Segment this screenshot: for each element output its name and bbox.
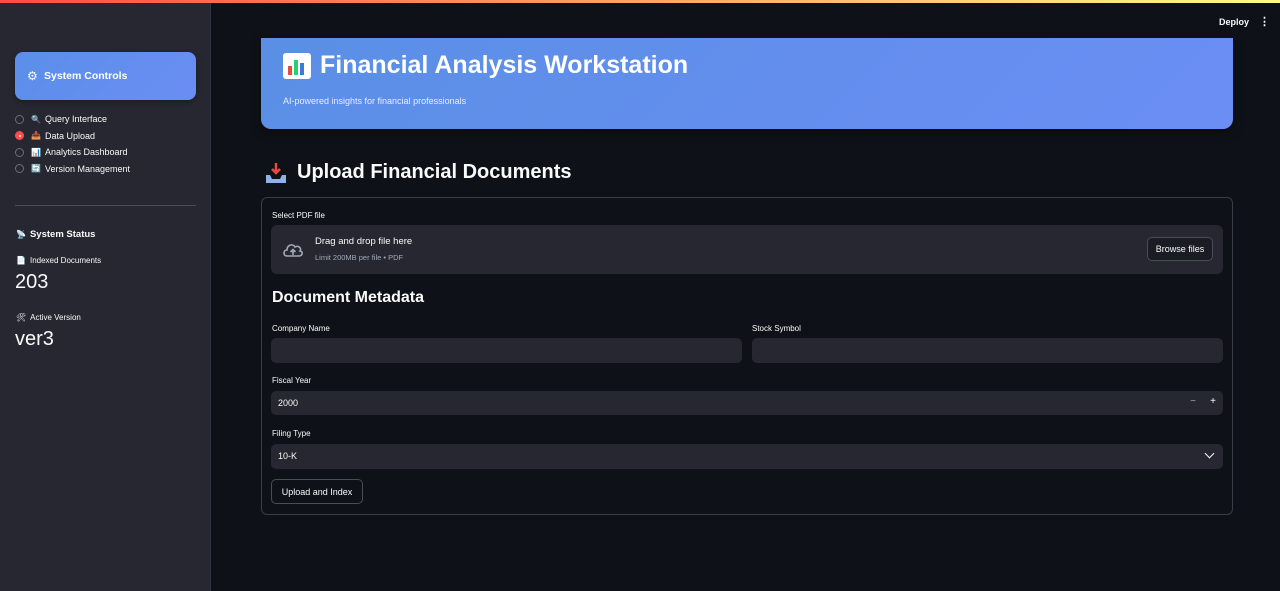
chevron-down-icon: [1204, 448, 1215, 459]
filing-type-label: Filing Type: [272, 429, 311, 438]
nav-label: Version Management: [45, 163, 131, 174]
active-version-label: 🛠 Active Version: [16, 313, 81, 322]
active-version-text: Active Version: [30, 313, 81, 322]
fiscal-year-stepper[interactable]: 2000 − +: [271, 391, 1223, 415]
dropzone-instruction: Drag and drop file here: [315, 236, 413, 247]
nav-version-management[interactable]: 🔄 Version Management: [15, 161, 130, 178]
dropzone-limit: Limit 200MB per file • PDF: [315, 253, 404, 262]
radio-button-selected[interactable]: [15, 131, 24, 141]
file-uploader-label: Select PDF file: [272, 211, 325, 220]
fiscal-year-label: Fiscal Year: [272, 376, 312, 385]
page-title-text: Financial Analysis Workstation: [320, 51, 689, 79]
nav-label: Analytics Dashboard: [45, 147, 128, 158]
radio-button[interactable]: [15, 164, 24, 174]
upload-section-heading: Upload Financial Documents: [264, 161, 571, 184]
active-version-value: ver3: [15, 328, 54, 350]
system-status-title: System Status: [29, 229, 96, 240]
hero-banner: Financial Analysis Workstation AI-powere…: [261, 38, 1233, 129]
indexed-documents-label: 📄 Indexed Documents: [16, 256, 101, 265]
inbox-tray-icon: [266, 162, 286, 183]
file-dropzone[interactable]: Drag and drop file here Limit 200MB per …: [271, 225, 1223, 274]
system-controls-title: System Controls: [44, 70, 128, 82]
bar-chart-icon: [283, 52, 311, 79]
tools-icon: 🛠: [16, 313, 27, 322]
stock-symbol-input[interactable]: [752, 338, 1223, 363]
decrement-button[interactable]: −: [1190, 396, 1196, 407]
company-name-input[interactable]: [271, 338, 742, 363]
gear-icon: ⚙: [27, 69, 38, 83]
nav-analytics-dashboard[interactable]: 📊 Analytics Dashboard: [15, 144, 130, 161]
system-status-heading: 📡 System Status: [16, 229, 95, 240]
indexed-documents-text: Indexed Documents: [29, 256, 102, 265]
radio-button[interactable]: [15, 114, 24, 124]
indexed-documents-value: 203: [15, 271, 49, 293]
vertical-ellipsis-icon[interactable]: ⋮: [1259, 15, 1270, 28]
nav-label: Data Upload: [45, 130, 96, 141]
upload-and-index-button[interactable]: Upload and Index: [271, 479, 363, 504]
system-controls-card: ⚙ System Controls: [15, 52, 196, 100]
cloud-upload-icon: [283, 244, 303, 257]
company-name-label: Company Name: [272, 324, 330, 333]
fiscal-year-value: 2000: [278, 398, 299, 408]
sidebar-divider: [15, 205, 196, 206]
radio-button[interactable]: [15, 147, 24, 157]
document-icon: 📄: [16, 256, 26, 265]
stock-symbol-label: Stock Symbol: [752, 324, 801, 333]
satellite-icon: 📡: [16, 230, 26, 239]
nav-data-upload[interactable]: 📥 Data Upload: [15, 128, 130, 145]
filing-type-value: 10-K: [278, 451, 298, 461]
magnifier-icon: 🔍: [31, 114, 41, 124]
nav-query-interface[interactable]: 🔍 Query Interface: [15, 111, 130, 128]
nav-label: Query Interface: [45, 114, 108, 125]
upload-form: Select PDF file Drag and drop file here …: [261, 197, 1233, 515]
bar-chart-icon: 📊: [31, 147, 41, 157]
refresh-icon: 🔄: [31, 164, 41, 174]
sidebar: ⚙ System Controls 🔍 Query Interface 📥 Da…: [0, 3, 211, 591]
increment-button[interactable]: +: [1210, 396, 1216, 407]
navigation-radio-group: 🔍 Query Interface 📥 Data Upload 📊 Analyt…: [15, 111, 130, 177]
page-subtitle: AI-powered insights for financial profes…: [283, 96, 467, 106]
browse-files-button[interactable]: Browse files: [1147, 237, 1213, 261]
filing-type-select[interactable]: 10-K: [271, 444, 1223, 469]
metadata-heading: Document Metadata: [272, 289, 425, 306]
deploy-button[interactable]: Deploy: [1219, 17, 1249, 27]
inbox-tray-icon: 📥: [31, 131, 41, 141]
page-title: Financial Analysis Workstation: [283, 51, 688, 80]
upload-section-title: Upload Financial Documents: [297, 161, 572, 183]
